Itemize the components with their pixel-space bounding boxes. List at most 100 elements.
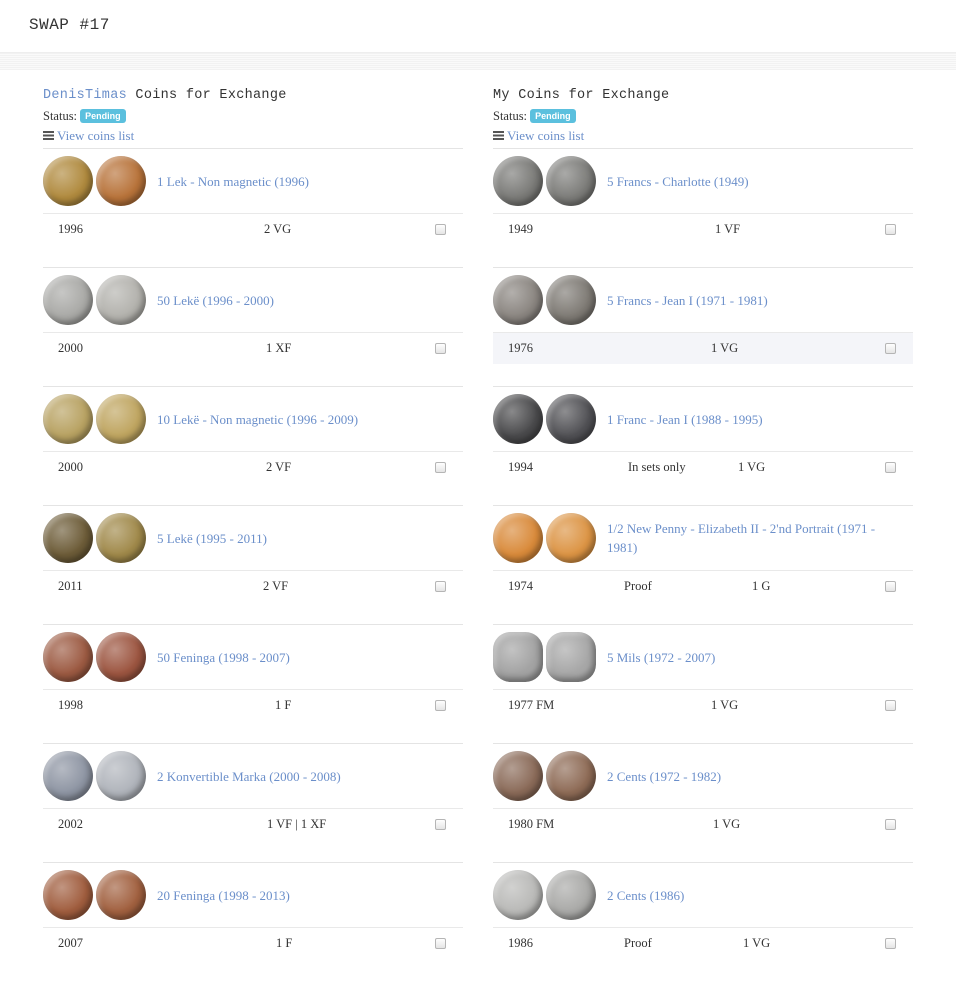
- select-coin-checkbox[interactable]: [885, 224, 896, 235]
- coin-grade: 1 F: [276, 936, 293, 950]
- coin-name-link[interactable]: 50 Lekë (1996 - 2000): [157, 291, 282, 310]
- coin-reverse-image[interactable]: [96, 632, 146, 682]
- coin-year: 1994: [508, 460, 533, 474]
- coin-reverse-image[interactable]: [546, 870, 596, 920]
- partner-username-link[interactable]: DenisTimas: [43, 88, 127, 103]
- coin-header: 1 Franc - Jean I (1988 - 1995): [493, 387, 913, 452]
- coin-reverse-image[interactable]: [546, 751, 596, 801]
- my-view-coins-link[interactable]: View coins list: [493, 126, 913, 148]
- coin-item: 1 Lek - Non magnetic (1996) 1996 2 VG: [43, 148, 463, 267]
- coin-item: 10 Lekë - Non magnetic (1996 - 2009) 2000…: [43, 386, 463, 505]
- coin-reverse-image[interactable]: [96, 275, 146, 325]
- view-coins-label: View coins list: [507, 128, 585, 143]
- coin-detail-row: 1980 FM 1 VG: [493, 809, 913, 840]
- partner-view-coins-link[interactable]: View coins list: [43, 126, 463, 148]
- coin-obverse-image[interactable]: [493, 870, 543, 920]
- coin-name-link[interactable]: 1 Franc - Jean I (1988 - 1995): [607, 410, 771, 429]
- partner-coin-list: 1 Lek - Non magnetic (1996) 1996 2 VG 50 Le…: [43, 148, 463, 981]
- coin-grade: 1 VG: [711, 698, 739, 712]
- status-label: Status:: [43, 109, 78, 123]
- coin-header: 50 Lekë (1996 - 2000): [43, 268, 463, 333]
- select-coin-checkbox[interactable]: [435, 581, 446, 592]
- coin-obverse-image[interactable]: [43, 751, 93, 801]
- coin-name-link[interactable]: 1/2 New Penny - Elizabeth II - 2'nd Port…: [607, 519, 913, 557]
- select-coin-checkbox[interactable]: [885, 700, 896, 711]
- coin-note: Proof: [624, 579, 652, 593]
- select-coin-checkbox[interactable]: [885, 462, 896, 473]
- coin-reverse-image[interactable]: [96, 394, 146, 444]
- coin-obverse-image[interactable]: [43, 513, 93, 563]
- coin-item: 50 Lekë (1996 - 2000) 2000 1 XF: [43, 267, 463, 386]
- coin-reverse-image[interactable]: [546, 394, 596, 444]
- coin-obverse-image[interactable]: [493, 751, 543, 801]
- coin-item: 5 Francs - Jean I (1971 - 1981) 1976 1 VG: [493, 267, 913, 386]
- coin-obverse-image[interactable]: [493, 513, 543, 563]
- coin-header: 50 Feninga (1998 - 2007): [43, 625, 463, 690]
- select-coin-checkbox[interactable]: [885, 343, 896, 354]
- coin-reverse-image[interactable]: [96, 870, 146, 920]
- coin-name-link[interactable]: 5 Francs - Jean I (1971 - 1981): [607, 291, 776, 310]
- coin-reverse-image[interactable]: [96, 513, 146, 563]
- select-coin-checkbox[interactable]: [435, 819, 446, 830]
- select-coin-checkbox[interactable]: [435, 462, 446, 473]
- coin-header: 2 Cents (1972 - 1982): [493, 744, 913, 809]
- coin-obverse-image[interactable]: [43, 870, 93, 920]
- coin-header: 1/2 New Penny - Elizabeth II - 2'nd Port…: [493, 506, 913, 571]
- coin-name-link[interactable]: 5 Lekë (1995 - 2011): [157, 529, 275, 548]
- coin-year: 1949: [508, 222, 533, 236]
- select-coin-checkbox[interactable]: [435, 224, 446, 235]
- coin-year: 1974: [508, 579, 533, 593]
- coin-name-link[interactable]: 10 Lekë - Non magnetic (1996 - 2009): [157, 410, 366, 429]
- coin-detail-row: 1949 1 VF: [493, 214, 913, 245]
- coin-header: 1 Lek - Non magnetic (1996): [43, 149, 463, 214]
- coin-year: 1998: [58, 698, 83, 712]
- coin-header: 5 Mils (1972 - 2007): [493, 625, 913, 690]
- coin-item: 2 Konvertible Marka (2000 - 2008) 2002 1 V…: [43, 743, 463, 862]
- header-divider: [0, 52, 956, 70]
- coin-name-link[interactable]: 50 Feninga (1998 - 2007): [157, 648, 298, 667]
- coin-item: 2 Cents (1986) 1986 Proof 1 VG: [493, 862, 913, 981]
- coin-reverse-image[interactable]: [96, 751, 146, 801]
- coin-name-link[interactable]: 2 Konvertible Marka (2000 - 2008): [157, 767, 349, 786]
- coin-header: 2 Konvertible Marka (2000 - 2008): [43, 744, 463, 809]
- coin-reverse-image[interactable]: [546, 156, 596, 206]
- coin-year: 2000: [58, 460, 83, 474]
- coin-reverse-image[interactable]: [96, 156, 146, 206]
- coin-item: 5 Lekë (1995 - 2011) 2011 2 VF: [43, 505, 463, 624]
- coin-detail-row: 1986 Proof 1 VG: [493, 928, 913, 959]
- coin-obverse-image[interactable]: [43, 156, 93, 206]
- my-coin-list: 5 Francs - Charlotte (1949) 1949 1 VF 5 Fra…: [493, 148, 913, 981]
- coin-reverse-image[interactable]: [546, 513, 596, 563]
- select-coin-checkbox[interactable]: [435, 343, 446, 354]
- coin-obverse-image[interactable]: [43, 632, 93, 682]
- coin-obverse-image[interactable]: [493, 275, 543, 325]
- coin-name-link[interactable]: 1 Lek - Non magnetic (1996): [157, 172, 317, 191]
- select-coin-checkbox[interactable]: [435, 700, 446, 711]
- coin-year: 2007: [58, 936, 83, 950]
- coin-name-link[interactable]: 5 Francs - Charlotte (1949): [607, 172, 757, 191]
- coin-grade: 2 VG: [264, 222, 292, 236]
- coin-grade: 1 VG: [711, 341, 739, 355]
- select-coin-checkbox[interactable]: [885, 819, 896, 830]
- coin-obverse-image[interactable]: [493, 156, 543, 206]
- coin-detail-row: 1996 2 VG: [43, 214, 463, 245]
- select-coin-checkbox[interactable]: [885, 938, 896, 949]
- coin-reverse-image[interactable]: [546, 275, 596, 325]
- coin-name-link[interactable]: 5 Mils (1972 - 2007): [607, 648, 723, 667]
- coin-obverse-image[interactable]: [493, 394, 543, 444]
- select-coin-checkbox[interactable]: [435, 938, 446, 949]
- my-status: Status: Pending: [493, 107, 913, 126]
- coin-obverse-image[interactable]: [43, 394, 93, 444]
- coin-name-link[interactable]: 20 Feninga (1998 - 2013): [157, 886, 298, 905]
- coin-grade: 1 VG: [713, 817, 741, 831]
- coin-name-link[interactable]: 2 Cents (1986): [607, 886, 692, 905]
- coin-header: 5 Francs - Charlotte (1949): [493, 149, 913, 214]
- coin-reverse-image[interactable]: [546, 632, 596, 682]
- coin-obverse-image[interactable]: [493, 632, 543, 682]
- coin-obverse-image[interactable]: [43, 275, 93, 325]
- select-coin-checkbox[interactable]: [885, 581, 896, 592]
- list-icon: [43, 131, 54, 140]
- coin-item: 50 Feninga (1998 - 2007) 1998 1 F: [43, 624, 463, 743]
- coin-detail-row: 2007 1 F: [43, 928, 463, 959]
- coin-name-link[interactable]: 2 Cents (1972 - 1982): [607, 767, 729, 786]
